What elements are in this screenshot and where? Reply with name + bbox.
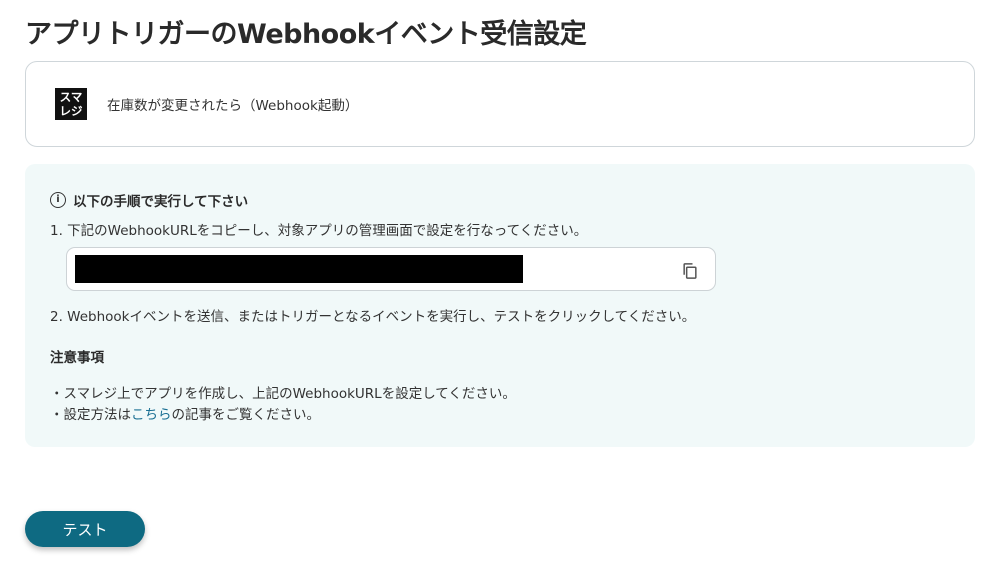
notes-heading: 注意事項 bbox=[50, 350, 104, 366]
smaregi-logo: スマ レジ bbox=[55, 88, 87, 120]
webhook-url-field[interactable] bbox=[66, 247, 716, 291]
app-logo-text-bottom: レジ bbox=[59, 104, 83, 118]
test-button[interactable]: テスト bbox=[25, 511, 145, 547]
instructions-heading-text: 以下の手順で実行して下さい bbox=[73, 194, 249, 210]
note-2-suffix: の記事をご覧ください。 bbox=[171, 407, 321, 423]
copy-icon[interactable] bbox=[680, 261, 700, 281]
note-2: ・設定方法はこちらの記事をご覧ください。 bbox=[50, 403, 320, 423]
app-logo-text-top: スマ bbox=[59, 90, 83, 104]
step-2-text: 2. Webhookイベントを送信、またはトリガーとなるイベントを実行し、テスト… bbox=[50, 309, 696, 325]
info-icon: i bbox=[50, 192, 66, 208]
guide-article-link[interactable]: こちら bbox=[131, 407, 172, 423]
trigger-card: スマ レジ 在庫数が変更されたら（Webhook起動） bbox=[25, 61, 975, 147]
webhook-url-value-redacted bbox=[75, 255, 523, 283]
note-2-prefix: ・設定方法は bbox=[50, 407, 131, 423]
trigger-label: 在庫数が変更されたら（Webhook起動） bbox=[107, 98, 359, 114]
page-title: アプリトリガーのWebhookイベント受信設定 bbox=[25, 19, 587, 50]
instructions-panel: i 以下の手順で実行して下さい 1. 下記のWebhookURLをコピーし、対象… bbox=[25, 164, 975, 447]
instructions-heading: i 以下の手順で実行して下さい bbox=[50, 190, 248, 210]
step-1-text: 1. 下記のWebhookURLをコピーし、対象アプリの管理画面で設定を行なって… bbox=[50, 223, 588, 239]
note-1: ・スマレジ上でアプリを作成し、上記のWebhookURLを設定してください。 bbox=[50, 386, 516, 402]
